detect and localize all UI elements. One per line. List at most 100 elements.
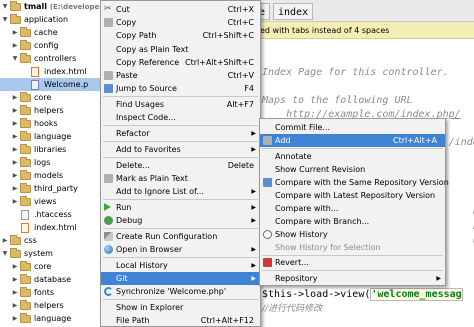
menu-item-label: Add to Favorites bbox=[116, 144, 181, 154]
tab-index[interactable]: index bbox=[273, 3, 314, 20]
tree-item-language[interactable]: ▶ language bbox=[0, 312, 104, 325]
submenu-arrow-icon: ▶ bbox=[251, 275, 256, 282]
chevron-down-icon[interactable]: ▼ bbox=[1, 247, 9, 260]
chevron-down-icon[interactable]: ▼ bbox=[1, 0, 9, 13]
chevron-right-icon[interactable]: ▶ bbox=[11, 26, 19, 39]
menu-item-compare-with-latest-repository-version[interactable]: Compare with Latest Repository Version bbox=[260, 189, 445, 202]
tree-item-welcome-p[interactable]: Welcome.p bbox=[0, 78, 104, 91]
chevron-right-icon[interactable]: ▶ bbox=[11, 104, 19, 117]
menu-item-revert[interactable]: Revert... bbox=[260, 256, 445, 269]
tree-root[interactable]: ▼ tmall (E:\developer\ bbox=[0, 0, 104, 13]
tree-item-application[interactable]: ▼ application bbox=[0, 13, 104, 26]
menu-item-inspect-code[interactable]: Inspect Code... bbox=[101, 111, 260, 124]
tree-item-index-html[interactable]: index.html bbox=[0, 221, 104, 234]
menu-item-add-to-favorites[interactable]: Add to Favorites ▶ bbox=[101, 143, 260, 156]
tree-item-views[interactable]: ▶ views bbox=[0, 195, 104, 208]
menu-item-refactor[interactable]: Refactor ▶ bbox=[101, 127, 260, 140]
tree-item-label: index.html bbox=[34, 223, 77, 232]
tree-item-hooks[interactable]: ▶ hooks bbox=[0, 117, 104, 130]
chevron-right-icon[interactable]: ▶ bbox=[11, 169, 19, 182]
submenu-arrow-icon: ▶ bbox=[251, 203, 256, 211]
chevron-right-icon[interactable]: ▶ bbox=[11, 299, 19, 312]
git-submenu: Commit File... Add Ctrl+Alt+A Annotate Show … bbox=[259, 118, 449, 286]
chevron-right-icon[interactable]: ▶ bbox=[11, 117, 19, 130]
menu-item-create-run-configuration[interactable]: Create Run Configuration bbox=[101, 230, 260, 243]
tree-item-language[interactable]: ▶ language bbox=[0, 130, 104, 143]
tree-item-helpers[interactable]: ▶ helpers bbox=[0, 299, 104, 312]
menu-item-synchronize-welcome-php[interactable]: Synchronize 'Welcome.php' bbox=[101, 285, 260, 298]
chevron-right-icon[interactable]: ▶ bbox=[11, 260, 19, 273]
tree-item-third-party[interactable]: ▶ third_party bbox=[0, 182, 104, 195]
chevron-right-icon[interactable]: ▶ bbox=[11, 156, 19, 169]
chevron-right-icon[interactable]: ▶ bbox=[1, 234, 9, 247]
menu-item-copy[interactable]: Copy Ctrl+C bbox=[101, 16, 260, 29]
tree-item-fonts[interactable]: ▶ fonts bbox=[0, 286, 104, 299]
chevron-right-icon[interactable]: ▶ bbox=[11, 130, 19, 143]
tree-item-helpers[interactable]: ▶ helpers bbox=[0, 104, 104, 117]
menu-item-show-in-explorer[interactable]: Show in Explorer bbox=[101, 301, 260, 314]
chevron-right-icon[interactable]: ▶ bbox=[11, 39, 19, 52]
browser-icon bbox=[104, 245, 113, 254]
tree-item-models[interactable]: ▶ models bbox=[0, 169, 104, 182]
menu-item-debug[interactable]: Debug ▶ bbox=[101, 214, 260, 227]
menu-item-commit-file[interactable]: Commit File... bbox=[260, 121, 445, 134]
tree-item-css[interactable]: ▶ css bbox=[0, 234, 104, 247]
menu-item-copy-as-plain-text[interactable]: Copy as Plain Text bbox=[101, 43, 260, 56]
menu-item-jump-to-source[interactable]: Jump to Source F4 bbox=[101, 82, 260, 95]
menu-item-paste[interactable]: Paste Ctrl+V bbox=[101, 69, 260, 82]
menu-item-local-history[interactable]: Local History ▶ bbox=[101, 259, 260, 272]
chevron-right-icon[interactable]: ▶ bbox=[11, 182, 19, 195]
menu-item-annotate[interactable]: Annotate bbox=[260, 150, 445, 163]
tree-item-cache[interactable]: ▶ cache bbox=[0, 26, 104, 39]
menu-item-find-usages[interactable]: Find Usages Alt+F7 bbox=[101, 98, 260, 111]
menu-item-label: Mark as Plain Text bbox=[116, 173, 188, 183]
menu-item-show-history[interactable]: Show History bbox=[260, 228, 445, 241]
tree-item-index-html[interactable]: index.html bbox=[0, 65, 104, 78]
tree-item-label: index.html bbox=[44, 67, 87, 76]
tree-item-logs[interactable]: ▶ logs bbox=[0, 156, 104, 169]
chevron-right-icon[interactable]: ▶ bbox=[11, 273, 19, 286]
menu-item-add-to-ignore-list-of[interactable]: Add to Ignore List of... ▶ bbox=[101, 185, 260, 198]
tree-item-controllers[interactable]: ▼ controllers bbox=[0, 52, 104, 65]
tree-item-libraries[interactable]: ▶ libraries bbox=[0, 143, 104, 156]
menu-item-compare-with-branch[interactable]: Compare with Branch... bbox=[260, 215, 445, 228]
folder-icon bbox=[20, 157, 31, 167]
chevron-right-icon[interactable]: ▶ bbox=[11, 286, 19, 299]
menu-item-label: Compare with... bbox=[275, 203, 339, 213]
chevron-right-icon[interactable]: ▶ bbox=[11, 195, 19, 208]
menu-item-git[interactable]: Git ▶ bbox=[101, 272, 260, 285]
chevron-down-icon[interactable]: ▼ bbox=[11, 52, 19, 65]
chevron-right-icon[interactable]: ▶ bbox=[11, 143, 19, 156]
folder-icon bbox=[10, 1, 21, 11]
submenu-arrow-icon: ▶ bbox=[251, 188, 256, 195]
menu-item-compare-with-the-same-repository-version[interactable]: Compare with the Same Repository Version bbox=[260, 176, 449, 189]
submenu-arrow-icon: ▶ bbox=[251, 261, 256, 269]
menu-item-run[interactable]: Run ▶ bbox=[101, 201, 260, 214]
tree-item-label: controllers bbox=[34, 54, 77, 63]
tree-item-htaccess[interactable]: .htaccess bbox=[0, 208, 104, 221]
menu-item-copy-reference[interactable]: Copy Reference Ctrl+Alt+Shift+C bbox=[101, 56, 260, 69]
menu-item-label: Show History bbox=[275, 229, 328, 239]
tree-item-config[interactable]: ▶ config bbox=[0, 39, 104, 52]
menu-item-add[interactable]: Add Ctrl+Alt+A bbox=[260, 134, 445, 147]
menu-item-show-current-revision[interactable]: Show Current Revision bbox=[260, 163, 445, 176]
jump-icon bbox=[263, 177, 272, 187]
tree-item-database[interactable]: ▶ database bbox=[0, 273, 104, 286]
menu-item-file-path[interactable]: File Path Ctrl+Alt+F12 bbox=[101, 314, 260, 327]
menu-item-copy-path[interactable]: Copy Path Ctrl+Shift+C bbox=[101, 29, 260, 42]
chevron-right-icon[interactable]: ▶ bbox=[11, 312, 19, 325]
menu-item-delete[interactable]: Delete... Delete bbox=[101, 159, 260, 172]
chevron-down-icon[interactable]: ▼ bbox=[1, 13, 9, 26]
menu-item-label: Refactor bbox=[116, 129, 150, 138]
menu-item-label: Open in Browser bbox=[116, 245, 183, 254]
tree-item-core[interactable]: ▶ core bbox=[0, 260, 104, 273]
tree-item-system[interactable]: ▼ system bbox=[0, 247, 104, 260]
menu-item-mark-as-plain-text[interactable]: Mark as Plain Text bbox=[101, 172, 260, 185]
chevron-right-icon[interactable]: ▶ bbox=[11, 91, 19, 104]
tree-item-core[interactable]: ▶ core bbox=[0, 91, 104, 104]
menu-item-cut[interactable]: ✂ Cut Ctrl+X bbox=[101, 3, 260, 16]
menu-item-compare-with[interactable]: Compare with... bbox=[260, 202, 445, 215]
menu-item-repository[interactable]: Repository ▶ bbox=[260, 272, 445, 285]
html-file-icon bbox=[31, 67, 39, 77]
menu-item-open-in-browser[interactable]: Open in Browser ▶ bbox=[101, 243, 260, 256]
